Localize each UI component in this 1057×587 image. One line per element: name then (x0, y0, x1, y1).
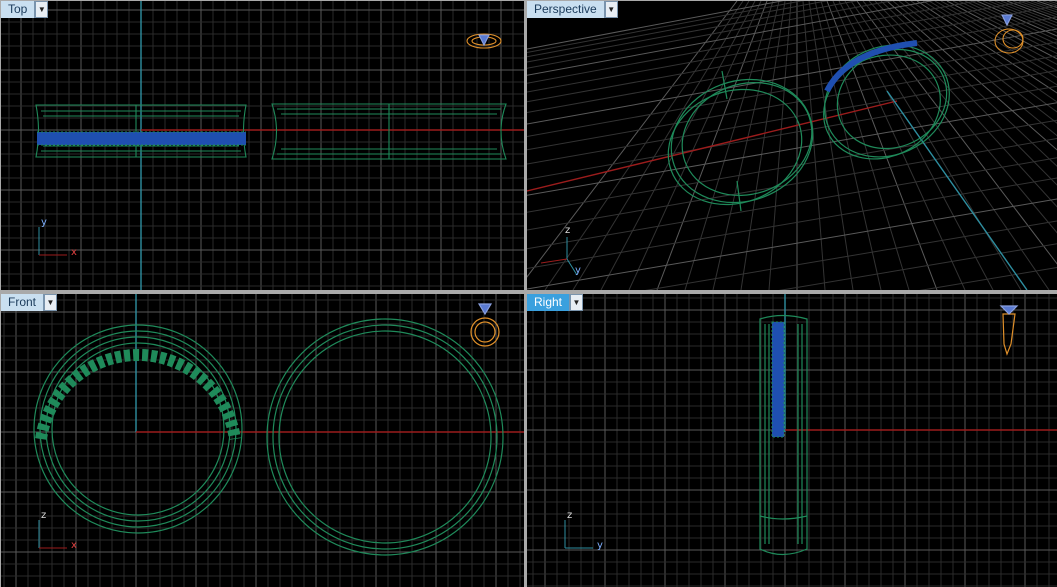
axis-label-a: z (41, 510, 47, 521)
axis-label-b: y (575, 265, 581, 276)
dropdown-arrow-icon[interactable]: ▼ (44, 294, 58, 311)
axis-indicator-top (38, 227, 67, 256)
ring-navigation-icon[interactable] (470, 303, 500, 347)
viewport-perspective[interactable]: z y Perspective ▼ (527, 1, 1057, 290)
viewport-tab-top[interactable]: Top ▼ (1, 1, 49, 18)
grid-line (527, 70, 1057, 165)
viewport-perspective-grid (527, 1, 1057, 290)
grid-line (527, 16, 1057, 113)
viewport-title: Front (1, 294, 45, 311)
viewport-tab-perspective[interactable]: Perspective ▼ (527, 1, 618, 18)
axis-label-a: y (41, 217, 47, 228)
grid-line (898, 1, 1057, 124)
dropdown-arrow-icon[interactable]: ▼ (604, 1, 618, 18)
grid-line (684, 1, 774, 290)
ring-right-front-view[interactable] (266, 318, 504, 556)
viewport-right[interactable]: z y Right ▼ (527, 294, 1057, 587)
viewport-title: Right (527, 294, 571, 311)
grid-line (1048, 1, 1057, 5)
viewport-tab-front[interactable]: Front ▼ (1, 294, 58, 311)
dropdown-arrow-icon[interactable]: ▼ (35, 1, 49, 18)
axis-label-a: z (565, 225, 571, 236)
axis-label-b: x (71, 247, 77, 258)
viewport-front[interactable]: z x Front ▼ (1, 294, 524, 587)
grid-line (527, 102, 1057, 196)
grid-line (778, 243, 1057, 290)
grid-line (527, 138, 1057, 231)
stone-channel-right (771, 321, 785, 438)
grid-line (856, 1, 1057, 265)
axis-label-b: x (71, 540, 77, 551)
viewport-tab-right[interactable]: Right ▼ (527, 294, 584, 311)
viewport-front-grid (1, 294, 524, 587)
axis-label-b: y (597, 540, 603, 551)
grid-line (527, 177, 1057, 269)
viewport-right-grid (527, 294, 1057, 587)
axis-indicator-front (38, 520, 67, 549)
viewport-top-grid (1, 1, 524, 290)
stone-channel-top-view (37, 131, 246, 146)
viewport-title: Perspective (527, 1, 605, 18)
grid-line (916, 1, 1057, 94)
grid-line (527, 198, 1057, 290)
axis-label-a: z (567, 510, 573, 521)
grid-line (527, 55, 1057, 151)
ring-navigation-icon[interactable] (466, 33, 502, 49)
grid-line (527, 41, 1057, 137)
grid-line (527, 85, 1057, 180)
viewport-title: Top (1, 1, 36, 18)
viewport-top[interactable]: y x Top ▼ (1, 1, 524, 290)
grid-line (527, 28, 1057, 125)
grid-line (922, 1, 1057, 86)
ring-navigation-icon[interactable] (999, 305, 1019, 356)
ring-right-top-view[interactable] (271, 103, 507, 160)
dropdown-arrow-icon[interactable]: ▼ (570, 294, 584, 311)
grid-line (527, 119, 1057, 213)
